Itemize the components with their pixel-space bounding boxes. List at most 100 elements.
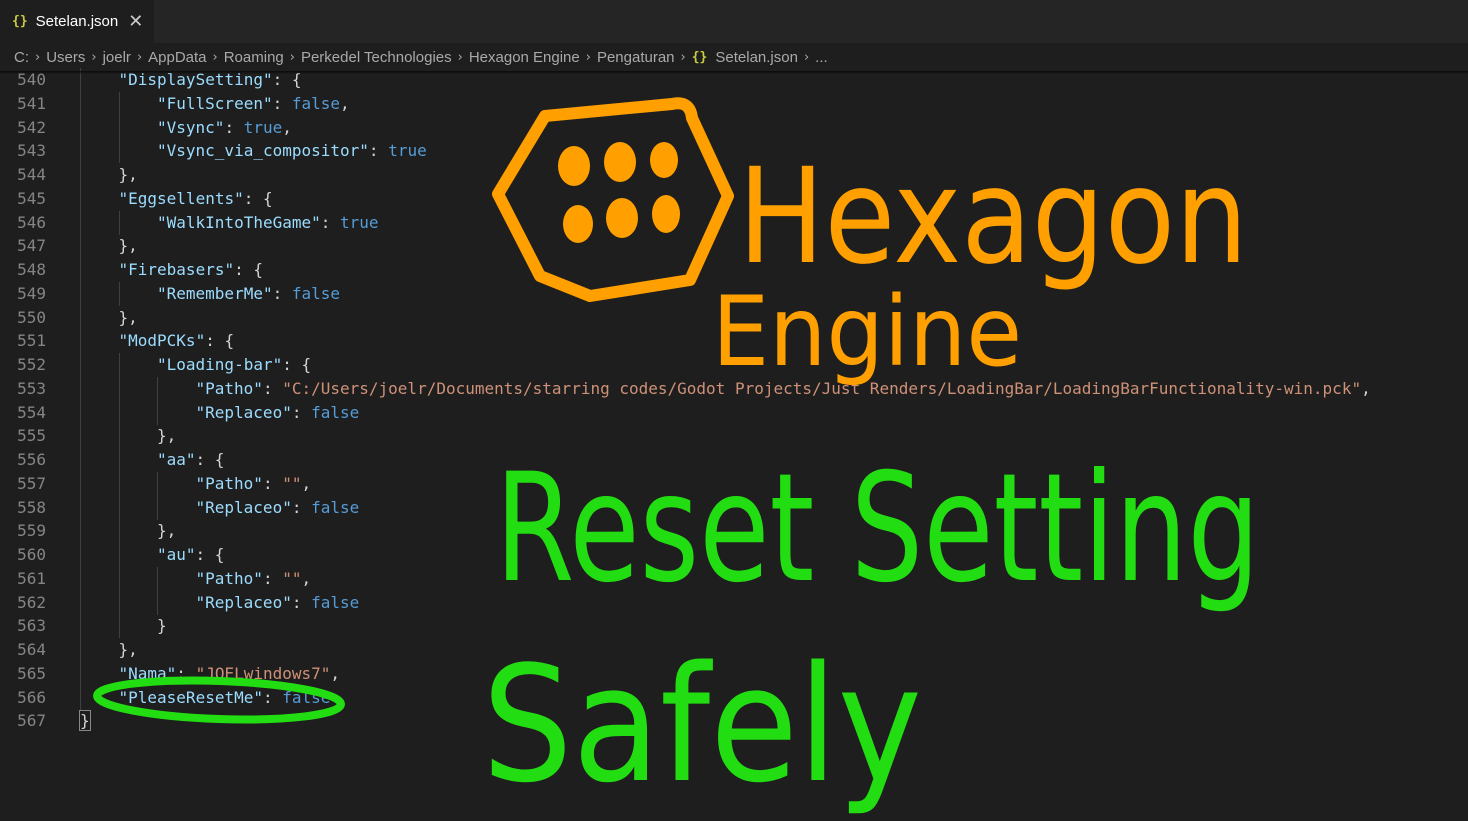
chevron-right-icon: ›	[91, 49, 97, 65]
chevron-right-icon: ›	[585, 49, 591, 65]
code-line[interactable]: 555},	[0, 424, 1468, 449]
indent-guide	[118, 91, 120, 116]
indent-guide	[157, 471, 158, 496]
indent-guide	[80, 566, 81, 591]
code-text: "PleaseResetMe": false	[119, 686, 331, 710]
breadcrumb-item-hexagon-engine[interactable]: Hexagon Engine	[469, 49, 580, 66]
indent-guide	[80, 424, 81, 449]
code-line[interactable]: 565 "Nama": "JOELwindows7",	[0, 661, 1468, 686]
code-line[interactable]: 561 "Patho": "",	[0, 566, 1468, 591]
code-line[interactable]: 559},	[0, 519, 1468, 544]
chevron-right-icon: ›	[289, 49, 295, 65]
json-literal: true	[340, 212, 379, 232]
line-number: 544	[17, 165, 46, 184]
indent-guide	[80, 638, 81, 662]
code-text: },	[119, 234, 138, 258]
line-number: 550	[17, 307, 46, 327]
line-number: 551	[17, 331, 46, 351]
code-line[interactable]: 563}	[0, 614, 1468, 639]
json-key: "Vsync"	[157, 117, 225, 137]
indent-guide	[118, 400, 120, 425]
line-number: 554	[17, 402, 46, 422]
indent-guide	[80, 519, 81, 544]
indent-guide	[80, 661, 81, 686]
json-punctuation: :	[320, 212, 341, 232]
code-line[interactable]: 551 "ModPCKs": {	[0, 329, 1468, 354]
breadcrumb: C: › Users › joelr › AppData › Roaming ›…	[0, 43, 1468, 71]
code-line[interactable]: 558 "Replaceo": false	[0, 495, 1468, 520]
code-line[interactable]: 562 "Replaceo": false	[0, 590, 1468, 615]
json-punctuation: : {	[205, 331, 235, 351]
json-file-icon: {}	[12, 14, 28, 29]
breadcrumb-item-symbols[interactable]: ...	[815, 49, 828, 66]
breadcrumb-item-file[interactable]: Setelan.json	[715, 49, 798, 66]
code-text: "Eggsellents": {	[119, 187, 273, 211]
code-line[interactable]: 544},	[0, 163, 1468, 187]
code-line[interactable]: 566 "PleaseResetMe": false	[0, 685, 1468, 710]
code-text: "Replaceo": false	[196, 591, 360, 615]
close-icon[interactable]: ✕	[128, 11, 143, 32]
line-number: 548	[17, 260, 46, 279]
indent-guide	[118, 139, 120, 164]
indent-guide	[80, 495, 81, 520]
code-line[interactable]: 543 "Vsync_via_compositor": true	[0, 139, 1468, 164]
code-text: },	[119, 638, 138, 662]
code-line[interactable]: 542 "Vsync": true,	[0, 115, 1468, 140]
json-literal: true	[388, 141, 427, 161]
code-line[interactable]: 556 "aa": {	[0, 448, 1468, 472]
json-punctuation: :	[262, 378, 283, 398]
json-key: "Nama"	[118, 663, 177, 683]
indent-guide	[118, 281, 120, 306]
line-number: 565	[17, 663, 46, 683]
indent-guide	[118, 495, 120, 520]
json-literal: false	[291, 93, 341, 113]
json-file-icon: {}	[691, 49, 708, 65]
json-punctuation: ,	[1361, 378, 1371, 398]
code-line[interactable]: 567}	[0, 709, 1468, 733]
chevron-right-icon: ›	[803, 49, 810, 65]
breadcrumb-item-pengaturan[interactable]: Pengaturan	[597, 49, 675, 66]
code-line[interactable]: 553 "Patho": "C:/Users/joelr/Documents/st…	[0, 376, 1468, 401]
code-text: "Replaceo": false	[196, 496, 360, 520]
code-line[interactable]: 548 "Firebasers": {	[0, 258, 1468, 282]
json-key: "Patho"	[195, 568, 263, 588]
indent-guide	[118, 424, 120, 449]
json-punctuation: },	[118, 640, 138, 659]
json-key: "RememberMe"	[157, 283, 273, 303]
json-key: "WalkIntoTheGame"	[157, 212, 321, 232]
code-line[interactable]: 557 "Patho": "",	[0, 471, 1468, 496]
tab-title: Setelan.json	[35, 13, 119, 30]
code-line[interactable]: 560 "au": {	[0, 543, 1468, 567]
indent-guide	[80, 471, 81, 496]
code-line[interactable]: 546 "WalkIntoTheGame": true	[0, 210, 1468, 235]
code-line[interactable]: 550},	[0, 305, 1468, 330]
chevron-right-icon: ›	[136, 49, 143, 65]
breadcrumb-item-users[interactable]: Users	[46, 49, 85, 66]
code-editor[interactable]: 540 "DisplaySetting": {541 "FullScreen": f…	[0, 68, 1468, 821]
breadcrumb-item-roaming[interactable]: Roaming	[224, 49, 284, 66]
breadcrumb-item-perkedel[interactable]: Perkedel Technologies	[301, 49, 452, 66]
json-punctuation: ,	[340, 93, 350, 113]
indent-guide	[80, 210, 81, 235]
indent-guide	[118, 210, 120, 235]
breadcrumb-item-joelr[interactable]: joelr	[103, 49, 131, 66]
code-line[interactable]: 552 "Loading-bar": {	[0, 353, 1468, 377]
indent-guide	[80, 448, 81, 472]
code-line[interactable]: 541 "FullScreen": false,	[0, 91, 1468, 116]
indent-guide	[157, 566, 158, 591]
code-line[interactable]: 545 "Eggsellents": {	[0, 186, 1468, 211]
json-punctuation: :	[291, 402, 312, 422]
code-line[interactable]: 547},	[0, 234, 1468, 259]
json-punctuation: ,	[330, 663, 341, 683]
json-punctuation: :	[291, 592, 312, 612]
indent-guide	[118, 376, 120, 401]
code-line[interactable]: 564},	[0, 638, 1468, 662]
indent-guide	[118, 590, 120, 615]
json-literal: false	[291, 283, 341, 303]
code-line[interactable]: 554 "Replaceo": false	[0, 400, 1468, 425]
breadcrumb-item-drive[interactable]: C:	[14, 49, 29, 66]
tab-setelan-json[interactable]: {} Setelan.json ✕	[0, 0, 154, 43]
code-line[interactable]: 549 "RememberMe": false	[0, 281, 1468, 306]
json-punctuation: :	[176, 663, 196, 683]
breadcrumb-item-appdata[interactable]: AppData	[148, 49, 206, 66]
